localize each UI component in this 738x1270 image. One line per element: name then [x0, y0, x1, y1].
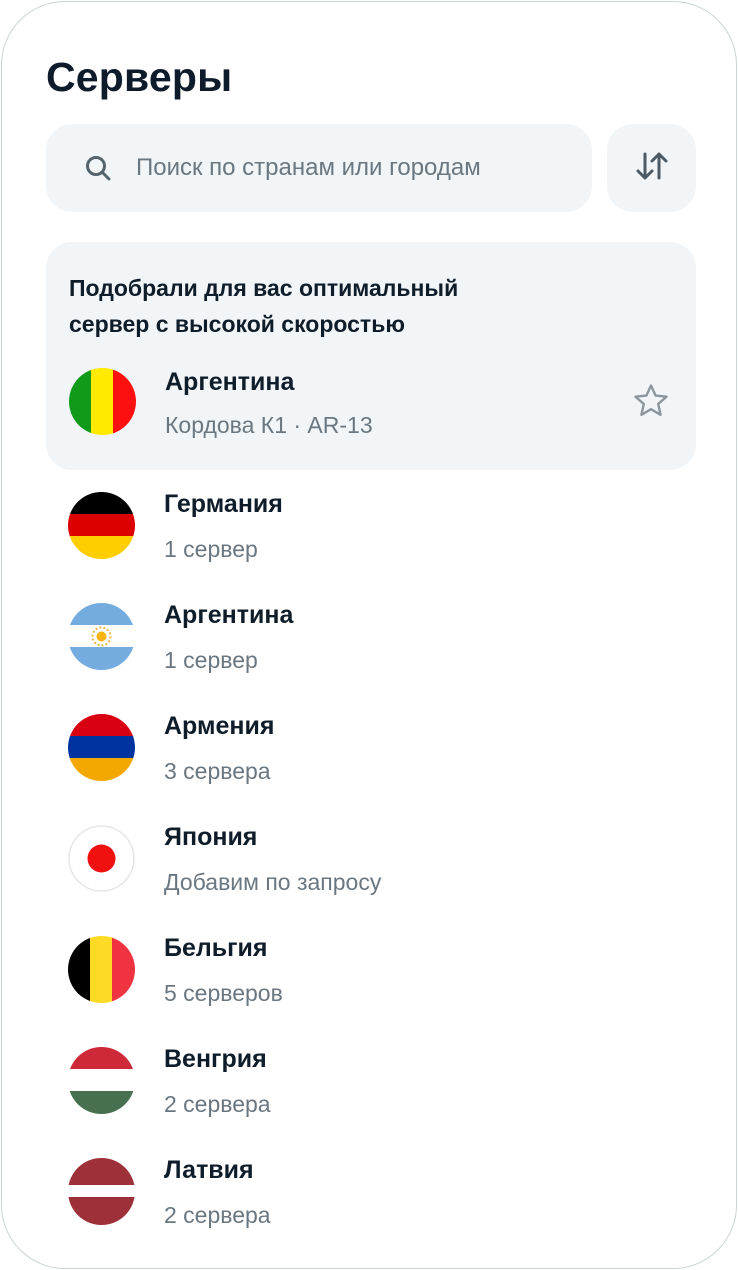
search-input[interactable]	[136, 154, 556, 182]
belgium-flag-icon	[68, 936, 135, 1003]
server-count: 1 сервер	[164, 536, 258, 562]
search-icon	[84, 154, 112, 182]
argentina-flag-icon	[68, 603, 135, 670]
germany-flag-icon	[68, 492, 135, 559]
server-count: 5 серверов	[164, 980, 283, 1006]
server-count: Добавим по запросу	[164, 869, 382, 895]
recommended-server-card: Подобрали для вас оптимальный сервер с в…	[46, 242, 696, 470]
server-row-latvia[interactable]: Латвия 2 сервера	[2, 1138, 736, 1238]
recommended-server-item[interactable]: Аргентина Кордова К1 · AR-13	[46, 362, 696, 462]
server-count: 2 сервера	[164, 1091, 271, 1117]
server-name: Аргентина	[164, 601, 294, 629]
server-row-argentina[interactable]: Аргентина 1 сервер	[2, 583, 736, 683]
server-name: Япония	[164, 823, 258, 851]
flag-green-yellow-red-icon	[69, 368, 136, 435]
armenia-flag-icon	[68, 714, 135, 781]
server-name: Венгрия	[164, 1045, 267, 1073]
hungary-flag-icon	[68, 1047, 135, 1114]
latvia-flag-icon	[68, 1158, 135, 1225]
search-bar[interactable]	[46, 124, 592, 212]
recommended-server-name: Аргентина	[165, 368, 295, 396]
recommended-server-location: Кордова К1 · AR-13	[165, 412, 373, 438]
japan-flag-icon	[68, 825, 135, 892]
server-row-armenia[interactable]: Армения 3 сервера	[2, 694, 736, 794]
server-row-belgium[interactable]: Бельгия 5 серверов	[2, 916, 736, 1016]
server-name: Латвия	[164, 1156, 254, 1184]
server-row-germany[interactable]: Германия 1 сервер	[2, 472, 736, 572]
server-count: 1 сервер	[164, 647, 258, 673]
server-count: 2 сервера	[164, 1202, 271, 1228]
star-outline-icon[interactable]	[632, 382, 670, 420]
server-name: Бельгия	[164, 934, 268, 962]
server-name: Германия	[164, 490, 283, 518]
page-title: Серверы	[46, 54, 233, 100]
server-count: 3 сервера	[164, 758, 271, 784]
app-frame: Серверы Подобрали для вас оптимальный се…	[1, 1, 737, 1269]
sort-arrows-icon	[634, 151, 670, 186]
recommended-description: Подобрали для вас оптимальный сервер с в…	[69, 275, 459, 337]
server-name: Армения	[164, 712, 275, 740]
server-row-hungary[interactable]: Венгрия 2 сервера	[2, 1027, 736, 1127]
server-row-japan[interactable]: Япония Добавим по запросу	[2, 805, 736, 905]
sort-button[interactable]	[607, 124, 696, 212]
